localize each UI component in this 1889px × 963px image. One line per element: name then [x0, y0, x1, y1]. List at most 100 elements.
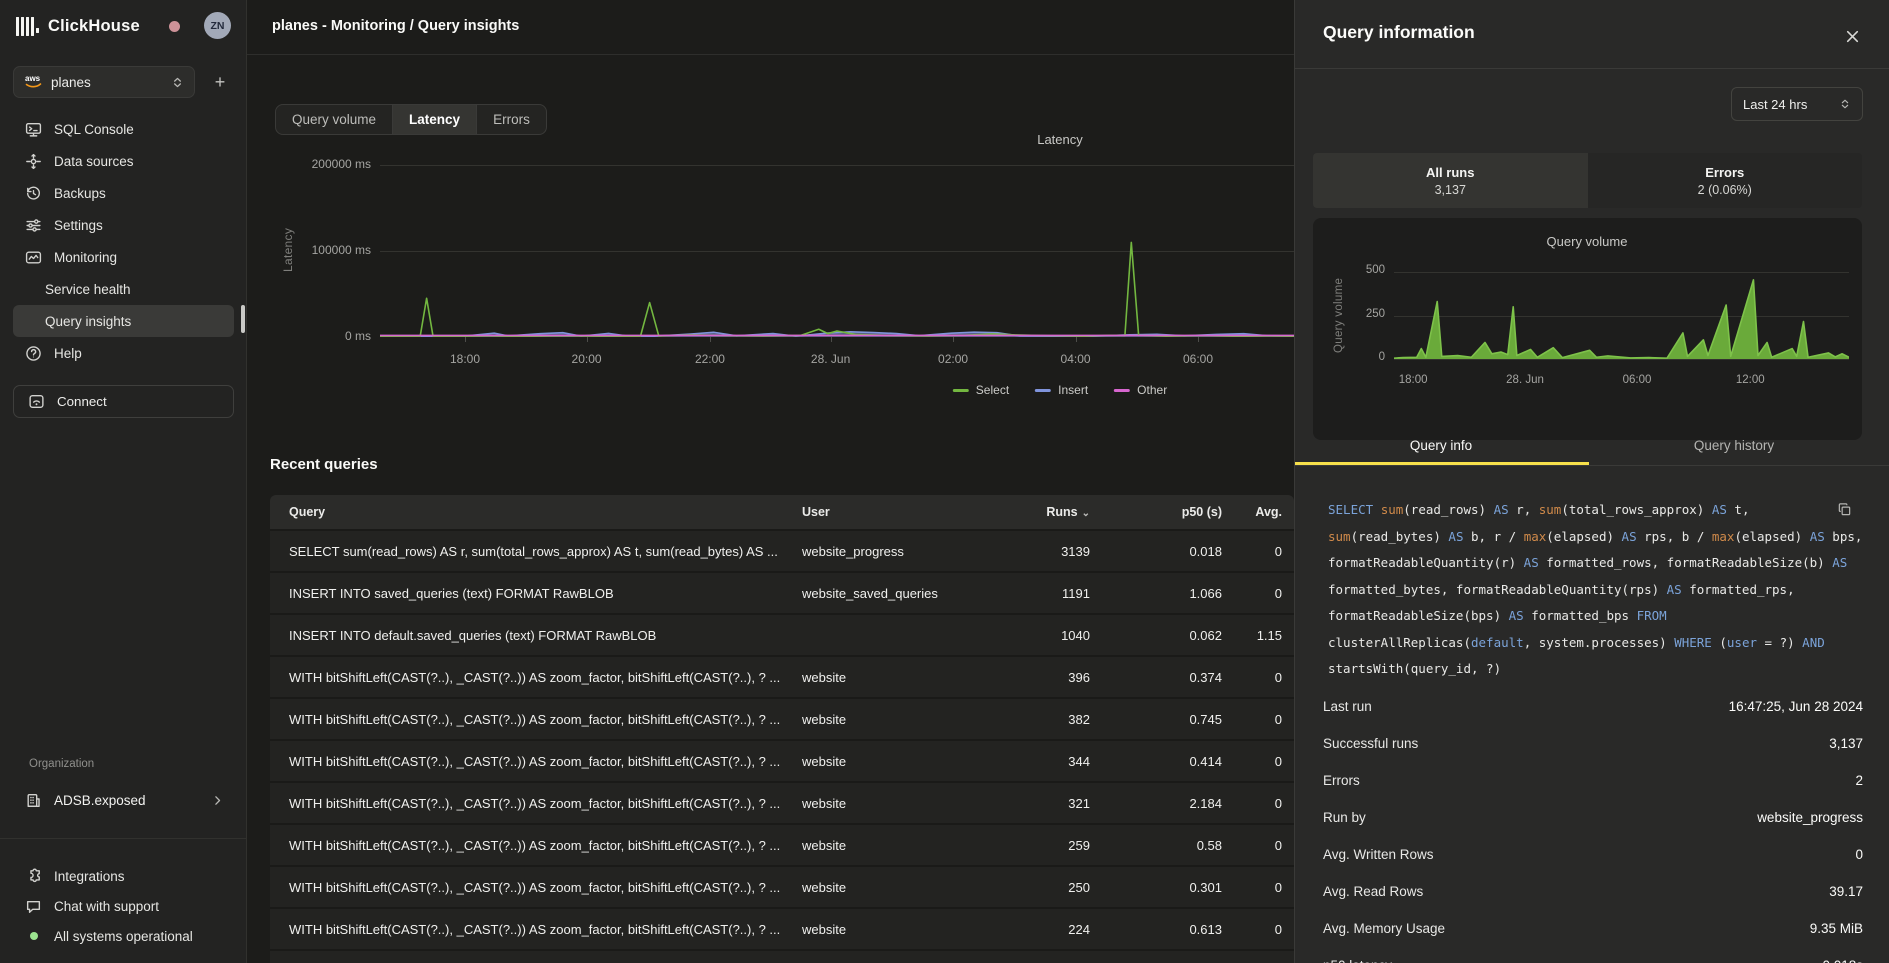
copy-icon[interactable]	[1837, 500, 1855, 518]
query-cell: WITH bitShiftLeft(CAST(?..), _CAST(?..))…	[270, 838, 802, 853]
table-row[interactable]: SELECT sum(read_rows) AS r, sum(total_ro…	[270, 529, 1294, 571]
p50-cell: 0.301	[1090, 880, 1222, 895]
sql-token: (read_bytes)	[1351, 529, 1449, 544]
stat-row-last-run: Last run16:47:25, Jun 28 2024	[1323, 688, 1863, 725]
connect-label: Connect	[57, 394, 107, 409]
sql-token: sum	[1381, 502, 1404, 517]
brand-row: ClickHouse	[16, 12, 140, 40]
column-header-query[interactable]: Query	[270, 505, 802, 519]
footer-item-integrations[interactable]: Integrations	[13, 861, 234, 891]
footer-item-label: Integrations	[54, 869, 125, 884]
table-row[interactable]: INSERT INTO default.saved_queries (text)…	[270, 613, 1294, 655]
sidebar-item-help[interactable]: Help	[13, 337, 234, 369]
footer-item-chat-with-support[interactable]: Chat with support	[13, 891, 234, 921]
query-volume-plot-area[interactable]	[1394, 272, 1849, 359]
add-service-button[interactable]: +	[206, 68, 234, 96]
backups-icon	[25, 185, 42, 202]
tab-query-info[interactable]: Query info	[1410, 438, 1472, 453]
y-axis-tick-label: 250	[1345, 308, 1385, 320]
sidebar-item-query-insights[interactable]: Query insights	[13, 305, 234, 337]
stat-value: 9.35 MiB	[1810, 921, 1863, 936]
connect-icon	[28, 393, 45, 410]
sql-token: (elapsed)	[1546, 529, 1621, 544]
sidebar-item-sql-console[interactable]: SQL Console	[13, 113, 234, 145]
legend-item-other[interactable]: Other	[1114, 383, 1167, 397]
sidebar-item-label: Query insights	[45, 314, 131, 329]
status-dot	[25, 928, 42, 945]
table-row[interactable]: WITH bitShiftLeft(CAST(?..), _CAST(?..))…	[270, 823, 1294, 865]
table-row[interactable]: WITH bitShiftLeft(CAST(?..), _CAST(?..))…	[270, 865, 1294, 907]
x-axis-tick-label: 12:00	[1736, 374, 1765, 386]
user-cell: website	[802, 880, 1002, 895]
p50-cell: 0.374	[1090, 670, 1222, 685]
column-header-avg[interactable]: Avg.	[1222, 505, 1294, 519]
legend-swatch	[1035, 389, 1051, 392]
sql-token: max	[1524, 529, 1547, 544]
chat-icon	[25, 898, 42, 915]
table-row[interactable]: WITH bitShiftLeft(CAST(?..), _CAST(?..))…	[270, 781, 1294, 823]
time-range-value: Last 24 hrs	[1743, 97, 1807, 112]
summary-tab-errors[interactable]: Errors2 (0.06%)	[1588, 153, 1863, 208]
column-header-p50-s[interactable]: p50 (s)	[1090, 505, 1222, 519]
column-header-user[interactable]: User	[802, 505, 1002, 519]
tab-query-history[interactable]: Query history	[1694, 438, 1774, 453]
query-cell: INSERT INTO saved_queries (text) FORMAT …	[270, 586, 802, 601]
table-row[interactable]: WITH bitShiftLeft(CAST(?..), _CAST(?..))…	[270, 907, 1294, 949]
chevron-right-icon	[211, 794, 224, 807]
query-stats-list: Last run16:47:25, Jun 28 2024Successful …	[1323, 688, 1863, 963]
x-axis-tick-label: 28. Jun	[811, 352, 850, 366]
sql-token: = ?)	[1757, 635, 1802, 650]
sidebar-item-data-sources[interactable]: Data sources	[13, 145, 234, 177]
legend-item-insert[interactable]: Insert	[1035, 383, 1088, 397]
sidebar-nav: SQL ConsoleData sources Backups SettingsMo…	[13, 113, 234, 369]
sidebar-item-service-health[interactable]: Service health	[13, 273, 234, 305]
x-axis-tick-label: 02:00	[938, 352, 968, 366]
legend-item-select[interactable]: Select	[953, 383, 1009, 397]
x-axis-tick-label: 28. Jun	[1506, 374, 1544, 386]
time-range-select[interactable]: Last 24 hrs	[1731, 87, 1863, 121]
user-cell: website	[802, 838, 1002, 853]
status-dot	[30, 932, 38, 940]
service-selector[interactable]: aws planes	[13, 66, 195, 98]
table-row[interactable]: WITH bitShiftLeft(CAST(?..), _CAST(?..))…	[270, 739, 1294, 781]
latency-plot-area[interactable]	[380, 165, 1294, 337]
table-header-row: QueryUserRuns⌄p50 (s)Avg.	[270, 495, 1294, 529]
column-header-runs[interactable]: Runs⌄	[1002, 505, 1090, 519]
sql-token: AS	[1712, 502, 1727, 517]
query-cell: WITH bitShiftLeft(CAST(?..), _CAST(?..))…	[270, 670, 802, 685]
page-title: planes - Monitoring / Query insights	[272, 18, 519, 34]
p50-cell: 1.066	[1090, 586, 1222, 601]
main-content: planes - Monitoring / Query insights Que…	[247, 0, 1294, 963]
table-row[interactable]: WITH bitShiftLeft(CAST(?..), _CAST(?..))…	[270, 697, 1294, 739]
sidebar-item-settings[interactable]: Settings	[13, 209, 234, 241]
user-avatar[interactable]: ZN	[204, 12, 231, 39]
query-volume-title: Query volume	[1547, 234, 1628, 249]
stat-label: Avg. Read Rows	[1323, 884, 1423, 899]
close-icon[interactable]	[1844, 24, 1868, 48]
table-row[interactable]: WITH bitShiftLeft(CAST(?..), _CAST(?..))…	[270, 655, 1294, 697]
aws-icon: aws	[24, 75, 43, 89]
table-row[interactable]: WITH bitShiftLeft(CAST(?..), _CAST(?..))…	[270, 949, 1294, 963]
stat-row-avg-written-rows: Avg. Written Rows0	[1323, 836, 1863, 873]
monitoring-icon	[25, 249, 42, 266]
x-axis-tick-mark	[1076, 337, 1077, 342]
notification-dot[interactable]	[169, 21, 180, 32]
sql-token: SELECT	[1328, 502, 1381, 517]
runs-cell: 344	[1002, 754, 1090, 769]
sidebar-item-label: Backups	[54, 186, 106, 201]
connect-button[interactable]: Connect	[13, 385, 234, 418]
p50-cell: 0.018	[1090, 544, 1222, 559]
table-row[interactable]: INSERT INTO saved_queries (text) FORMAT …	[270, 571, 1294, 613]
legend-swatch	[1114, 389, 1130, 392]
footer-item-all-systems-operational[interactable]: All systems operational	[13, 921, 234, 951]
x-axis-tick-label: 22:00	[695, 352, 725, 366]
x-axis-tick-mark	[953, 337, 954, 342]
sidebar-scrollbar[interactable]	[241, 305, 245, 333]
query-volume-card: Query volumeQuery volume025050018:0028. …	[1313, 218, 1862, 440]
sidebar-item-backups[interactable]: Backups	[13, 177, 234, 209]
sql-token: (total_rows_approx)	[1561, 502, 1712, 517]
sidebar-item-monitoring[interactable]: Monitoring	[13, 241, 234, 273]
organization-switcher[interactable]: ADSB.exposed	[13, 784, 234, 816]
summary-tab-label: Errors	[1705, 165, 1744, 180]
summary-tab-all-runs[interactable]: All runs3,137	[1313, 153, 1588, 208]
